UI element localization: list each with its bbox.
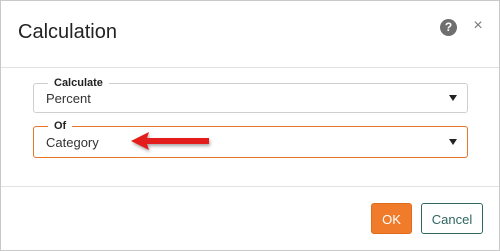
chevron-down-icon — [449, 139, 457, 145]
ok-button[interactable]: OK — [371, 203, 412, 234]
footer-divider — [1, 186, 499, 187]
of-select[interactable]: Of Category — [33, 119, 468, 158]
calculation-dialog: Calculation ? × Calculate Percent Of Cat… — [0, 0, 500, 251]
dialog-header: Calculation ? × — [1, 1, 499, 68]
calculate-value: Percent — [46, 91, 91, 106]
chevron-down-icon — [449, 95, 457, 101]
cancel-button[interactable]: Cancel — [421, 203, 483, 234]
calculate-select[interactable]: Calculate Percent — [33, 76, 468, 113]
of-value: Category — [46, 135, 99, 150]
of-label: Of — [48, 119, 73, 133]
red-arrow-icon — [131, 132, 209, 150]
calculate-label: Calculate — [48, 76, 109, 90]
dialog-title: Calculation — [18, 21, 117, 43]
close-icon[interactable]: × — [471, 17, 485, 35]
help-icon[interactable]: ? — [440, 19, 457, 36]
